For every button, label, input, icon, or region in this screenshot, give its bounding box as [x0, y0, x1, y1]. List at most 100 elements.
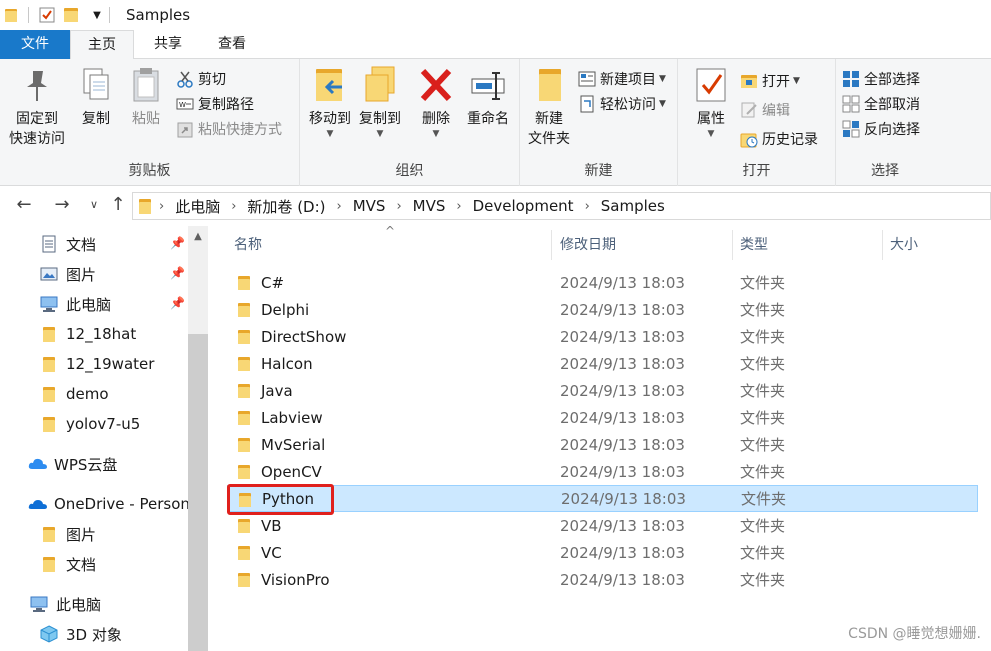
column-header-name[interactable]: 名称	[234, 226, 262, 264]
nav-item-pictures[interactable]: 图片	[40, 259, 96, 289]
properties-icon	[693, 65, 729, 105]
folder-icon	[2, 0, 20, 30]
folder-icon	[237, 275, 253, 290]
pinned-icon[interactable]: 📌	[170, 236, 185, 250]
file-type: 文件夹	[740, 328, 786, 346]
delete-button[interactable]: 删除 ▼	[416, 65, 456, 139]
nav-item-wps-cloud[interactable]: WPS云盘	[28, 449, 117, 479]
nav-item-this-pc[interactable]: 此电脑	[40, 289, 111, 319]
file-row[interactable]: Labview 2024/9/13 18:03 文件夹	[227, 404, 978, 431]
history-button[interactable]: 历史记录	[740, 127, 818, 151]
folder-icon	[237, 545, 253, 560]
nav-item-documents[interactable]: 文档	[40, 229, 96, 259]
file-row[interactable]: VisionPro 2024/9/13 18:03 文件夹	[227, 566, 978, 593]
nav-item-onedrive[interactable]: OneDrive - Person	[28, 489, 190, 519]
breadcrumb-mvs-1[interactable]: MVS	[353, 197, 386, 215]
file-row[interactable]: VB 2024/9/13 18:03 文件夹	[227, 512, 978, 539]
pinned-icon[interactable]: 📌	[170, 296, 185, 310]
folder-icon	[139, 198, 151, 214]
open-button[interactable]: 打开 ▼	[740, 69, 800, 93]
pin-quick-access-button[interactable]: 固定到 快速访问	[6, 65, 68, 149]
back-arrow-icon[interactable]: ←	[12, 193, 36, 217]
select-none-button[interactable]: 全部取消	[842, 92, 920, 116]
new-folder-button[interactable]: 新建 文件夹	[522, 65, 576, 149]
file-row[interactable]: DirectShow 2024/9/13 18:03 文件夹	[227, 323, 978, 350]
file-row[interactable]: C# 2024/9/13 18:03 文件夹	[227, 269, 978, 296]
rename-button[interactable]: 重命名	[462, 65, 514, 129]
file-row[interactable]: MvSerial 2024/9/13 18:03 文件夹	[227, 431, 978, 458]
nav-item-3d-objects[interactable]: 3D 对象	[40, 619, 122, 649]
nav-item-folder-yolov7-u5[interactable]: yolov7-u5	[40, 409, 140, 439]
breadcrumb-mvs-2[interactable]: MVS	[413, 197, 446, 215]
clipboard-group: 固定到 快速访问 复制 粘贴 剪切 W 复制路径 粘贴快捷方式 剪贴板	[0, 59, 300, 186]
column-header-type[interactable]: 类型	[740, 226, 768, 264]
annotation-highlight-box	[227, 484, 334, 515]
breadcrumb-this-pc[interactable]: 此电脑	[175, 196, 220, 217]
tab-file[interactable]: 文件	[0, 30, 70, 59]
forward-arrow-icon[interactable]: →	[50, 193, 74, 217]
file-row[interactable]: Python 2024/9/13 18:03 文件夹	[227, 485, 978, 512]
up-arrow-icon[interactable]: ↑	[106, 193, 130, 217]
properties-check-icon[interactable]	[37, 0, 57, 30]
tab-home[interactable]: 主页	[70, 30, 134, 60]
file-row[interactable]: Java 2024/9/13 18:03 文件夹	[227, 377, 978, 404]
cut-button[interactable]: 剪切	[176, 67, 226, 91]
copy-to-button[interactable]: 复制到 ▼	[354, 65, 406, 139]
recent-locations-chevron-icon[interactable]: ∨	[82, 193, 106, 217]
nav-pane-scrollbar[interactable]: ▲	[188, 226, 208, 651]
nav-item-folder-12-18hat[interactable]: 12_18hat	[40, 319, 136, 349]
customize-qa-dropdown-icon[interactable]: ▼	[85, 0, 109, 30]
history-label: 历史记录	[762, 132, 818, 148]
edit-button[interactable]: 编辑	[740, 98, 790, 122]
file-type: 文件夹	[740, 517, 786, 535]
file-row[interactable]: Halcon 2024/9/13 18:03 文件夹	[227, 350, 978, 377]
scrollbar-thumb[interactable]	[188, 334, 208, 651]
new-folder-icon[interactable]	[57, 0, 85, 30]
file-modified-date: 2024/9/13 18:03	[560, 435, 685, 454]
nav-item-onedrive-pictures[interactable]: 图片	[40, 519, 96, 549]
paste-shortcut-button[interactable]: 粘贴快捷方式	[176, 117, 282, 141]
copy-path-button[interactable]: W 复制路径	[176, 92, 254, 116]
nav-item-onedrive-documents[interactable]: 文档	[40, 549, 96, 579]
select-all-button[interactable]: 全部选择	[842, 67, 920, 91]
paste-shortcut-label: 粘贴快捷方式	[198, 122, 282, 138]
breadcrumb-development[interactable]: Development	[473, 197, 574, 215]
file-modified-date: 2024/9/13 18:03	[560, 543, 685, 562]
file-type: 文件夹	[741, 490, 787, 508]
invert-selection-button[interactable]: 反向选择	[842, 117, 920, 141]
nav-item-this-pc-root[interactable]: 此电脑	[30, 589, 101, 619]
tab-view[interactable]: 查看	[200, 30, 264, 59]
file-row[interactable]: OpenCV 2024/9/13 18:03 文件夹	[227, 458, 978, 485]
scroll-up-arrow-icon[interactable]: ▲	[188, 226, 208, 248]
nav-item-label: 图片	[66, 525, 97, 544]
nav-item-folder-12-19water[interactable]: 12_19water	[40, 349, 154, 379]
file-type: 文件夹	[740, 355, 786, 373]
copy-button[interactable]: 复制	[74, 65, 118, 129]
delete-x-icon	[418, 65, 454, 105]
paste-shortcut-icon	[176, 120, 194, 138]
file-row[interactable]: VC 2024/9/13 18:03 文件夹	[227, 539, 978, 566]
breadcrumb-drive-d[interactable]: 新加卷 (D:)	[247, 196, 325, 217]
ribbon: 固定到 快速访问 复制 粘贴 剪切 W 复制路径 粘贴快捷方式 剪贴板 移动到 …	[0, 59, 991, 186]
breadcrumb-separator-icon: ›	[231, 198, 237, 214]
move-to-button[interactable]: 移动到 ▼	[304, 65, 356, 139]
folder-icon	[40, 525, 58, 543]
breadcrumb-samples[interactable]: Samples	[601, 197, 665, 215]
file-modified-date: 2024/9/13 18:03	[560, 273, 685, 292]
nav-item-folder-demo[interactable]: demo	[40, 379, 109, 409]
file-row[interactable]: Delphi 2024/9/13 18:03 文件夹	[227, 296, 978, 323]
file-name: VisionPro	[261, 570, 330, 589]
folder-icon	[237, 302, 253, 317]
column-header-modified[interactable]: 修改日期	[560, 226, 616, 264]
open-label: 打开	[762, 74, 790, 90]
paste-button[interactable]: 粘贴	[124, 65, 168, 129]
folder-icon	[237, 518, 253, 533]
tab-share[interactable]: 共享	[136, 30, 200, 59]
column-header-size[interactable]: 大小	[890, 226, 918, 264]
properties-button[interactable]: 属性 ▼	[686, 65, 736, 139]
easy-access-button[interactable]: 轻松访问 ▼	[578, 92, 666, 116]
pinned-icon[interactable]: 📌	[170, 266, 185, 280]
new-item-button[interactable]: 新建项目 ▼	[578, 67, 666, 91]
address-bar[interactable]: › 此电脑 › 新加卷 (D:) › MVS › MVS › Developme…	[132, 192, 991, 220]
nav-item-label: WPS云盘	[54, 455, 118, 474]
